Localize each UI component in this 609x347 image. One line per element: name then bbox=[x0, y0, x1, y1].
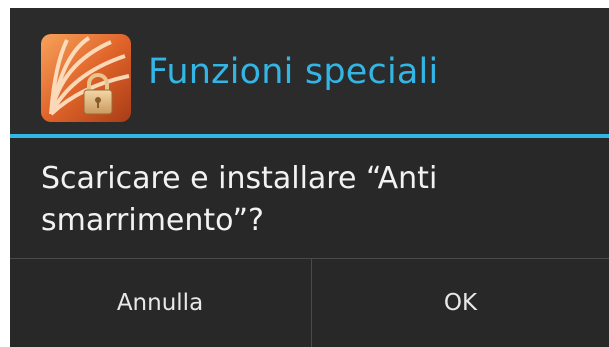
special-functions-dialog: Funzioni speciali Scaricare e installare… bbox=[10, 8, 609, 347]
dialog-title: Funzioni speciali bbox=[148, 52, 439, 92]
ok-button[interactable]: OK bbox=[312, 259, 609, 347]
title-divider bbox=[10, 134, 609, 138]
orange-shell-lock-icon bbox=[41, 34, 131, 122]
dialog-title-bar: Funzioni speciali bbox=[10, 8, 609, 134]
dialog-message: Scaricare e installare “Anti smarrimento… bbox=[41, 161, 438, 238]
cancel-button[interactable]: Annulla bbox=[10, 259, 310, 347]
